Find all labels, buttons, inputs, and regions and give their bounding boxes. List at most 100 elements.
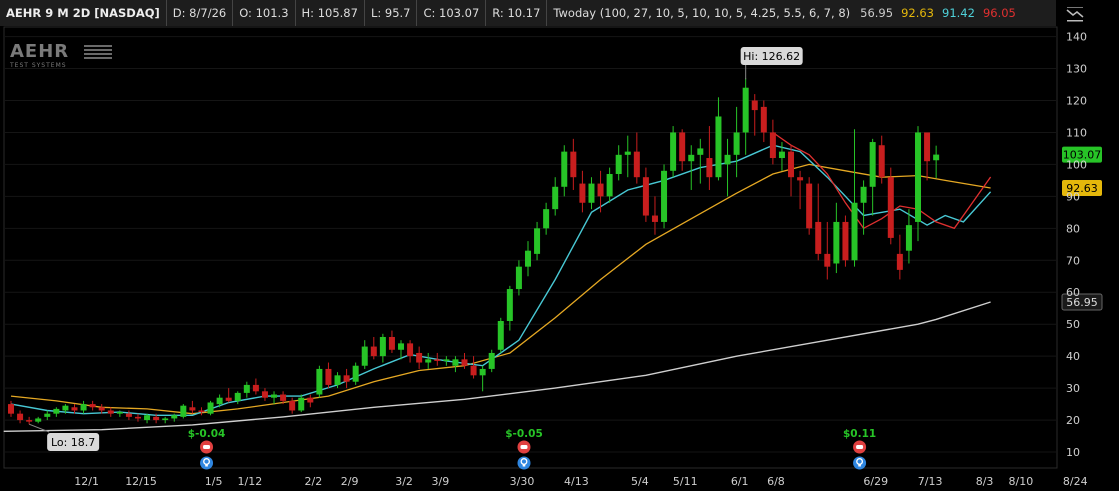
y-tick-label: 40 [1066, 350, 1080, 363]
candle-body [497, 321, 504, 350]
candle [933, 145, 940, 179]
candle-body [343, 375, 350, 382]
candle [878, 135, 885, 184]
y-tick-label: 50 [1066, 318, 1080, 331]
candle-body [534, 228, 541, 254]
candle [44, 410, 51, 421]
x-tick-label: 4/13 [564, 475, 589, 488]
candle [887, 167, 894, 245]
candle-body [633, 151, 640, 178]
candle-body [878, 145, 885, 178]
y-tick-label: 120 [1066, 95, 1087, 108]
candle-body [670, 132, 677, 171]
candle-body [80, 404, 87, 411]
earnings-value: $-0.04 [188, 428, 226, 440]
x-tick-label: 8/10 [1008, 475, 1033, 488]
candle-body [470, 365, 477, 376]
candle-body [851, 202, 858, 261]
candle-body [153, 416, 160, 421]
candle [615, 145, 622, 181]
earnings-marker: $-0.05 [505, 428, 543, 470]
candle-body [797, 177, 804, 181]
lo-label: Lo: 18.7 [47, 433, 100, 451]
candle [570, 138, 577, 190]
earnings-value: $-0.05 [505, 428, 543, 440]
candle [261, 388, 268, 401]
candle [180, 404, 187, 419]
candle [833, 202, 840, 274]
candle-body [733, 132, 740, 155]
candle-body [307, 397, 314, 403]
candle [515, 260, 522, 296]
candle-body [116, 412, 123, 414]
candle-body [162, 418, 169, 421]
candle-body [416, 352, 423, 363]
candle [788, 145, 795, 197]
candle-body [724, 154, 731, 165]
candle-body [316, 368, 323, 395]
candle [26, 416, 33, 425]
candle [742, 78, 749, 155]
x-tick-label: 6/1 [731, 475, 749, 488]
candle [797, 170, 804, 210]
plot-frame [3, 26, 1058, 469]
candle [624, 135, 631, 178]
candle-body [234, 392, 241, 401]
chart-grid [3, 26, 1058, 469]
candle-body [261, 391, 268, 398]
x-tick-label: 6/8 [767, 475, 785, 488]
ma-fast-line [10, 144, 992, 416]
candle-body [570, 151, 577, 178]
candle-body [642, 177, 649, 216]
candle [35, 416, 42, 424]
candle-body [98, 407, 105, 411]
candle [343, 368, 350, 389]
candle-body [661, 170, 668, 222]
candle [769, 119, 776, 165]
candle [352, 362, 359, 385]
y-tick-label: 110 [1066, 126, 1087, 139]
earnings-marker: $0.11 [843, 428, 876, 470]
candle [116, 410, 123, 417]
candle-body [180, 405, 187, 417]
candle-body [915, 132, 921, 222]
candle-body [833, 221, 840, 264]
x-tick-label: 3/2 [395, 475, 413, 488]
candle [579, 170, 586, 213]
candle [388, 330, 395, 353]
candle [661, 164, 668, 229]
candles-group [8, 78, 940, 425]
candle-body [434, 359, 441, 361]
candle-body [896, 253, 903, 270]
candle [815, 183, 822, 261]
candle [670, 126, 677, 178]
candle-body [624, 151, 631, 155]
candle [924, 132, 931, 181]
ma-mid-line [10, 163, 991, 415]
y-tick-label: 60 [1066, 286, 1080, 299]
candle-body [370, 346, 377, 357]
candle-body [751, 100, 758, 111]
candle-body [515, 266, 522, 290]
candle-body [452, 359, 459, 366]
candle [234, 391, 241, 405]
candle-body [35, 418, 42, 422]
candle [905, 209, 912, 264]
candle [561, 145, 568, 197]
annotations-group: Hi: 126.62Lo: 18.7$-0.04 $-0.05 $0.11103.0… [28, 47, 1103, 470]
y-tick-label: 140 [1066, 31, 1087, 44]
price-chart[interactable]: Hi: 126.62Lo: 18.7$-0.04 $-0.05 $0.11103.0… [0, 0, 1119, 491]
lo-label-text: Lo: 18.7 [51, 436, 95, 449]
candle-body [171, 415, 178, 419]
candle-body [89, 404, 96, 408]
candle [198, 407, 205, 416]
candle [316, 365, 323, 398]
ma-slow-line [3, 301, 991, 432]
candle [869, 138, 876, 216]
candle-body [134, 416, 141, 419]
candle-body [778, 151, 785, 159]
candle-body [824, 253, 831, 267]
candle-body [769, 132, 776, 159]
earnings-marker: $-0.04 [188, 428, 226, 470]
x-tick-label: 1/5 [205, 475, 223, 488]
